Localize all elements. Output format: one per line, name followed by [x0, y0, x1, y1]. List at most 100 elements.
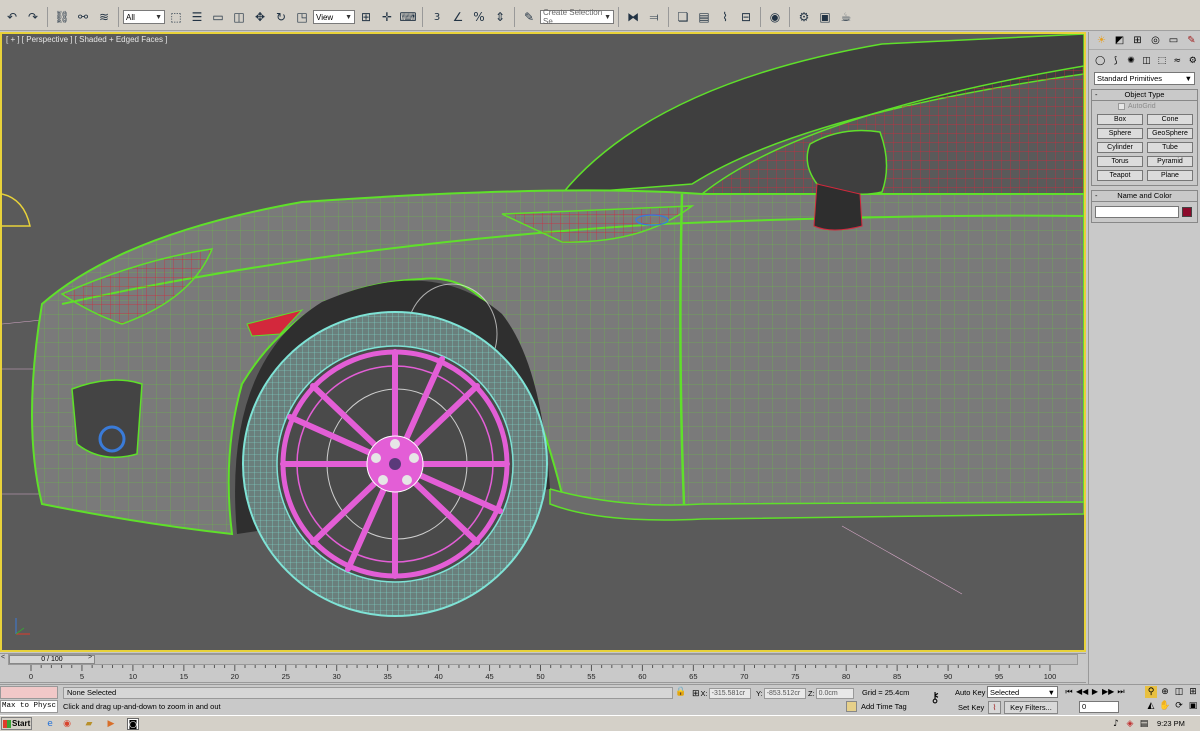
plane-button[interactable]: Plane [1147, 170, 1193, 181]
object-type-header[interactable]: - Object Type [1092, 90, 1197, 101]
maxscript-mini-listener[interactable]: Max to Physc [0, 700, 58, 713]
space-warps-icon[interactable]: ≈ [1170, 53, 1184, 69]
key-selection-dropdown[interactable]: Selected ▼ [987, 686, 1058, 698]
window-crossing-icon[interactable]: ◫ [229, 7, 249, 27]
lights-icon[interactable]: ✺ [1124, 53, 1138, 69]
chrome-icon[interactable]: ◉ [61, 718, 73, 730]
geosphere-button[interactable]: GeoSphere [1147, 128, 1193, 139]
hierarchy-tab-icon[interactable]: ⊞ [1129, 33, 1146, 49]
utilities-tab-icon[interactable]: ✎ [1183, 33, 1200, 49]
next-frame-icon[interactable]: ▶▶ [1102, 686, 1114, 698]
play-icon[interactable]: ▶ [1089, 686, 1101, 698]
set-key-button[interactable]: Set Key [958, 703, 984, 712]
create-tab-icon[interactable]: ☀ [1093, 33, 1110, 49]
manipulate-icon[interactable]: ✛ [377, 7, 397, 27]
time-slider-thumb[interactable]: 0 / 100 [9, 655, 95, 664]
zoom-extents-all-icon[interactable]: ⊞ [1187, 686, 1199, 698]
unlink-icon[interactable]: ⚯ [73, 7, 93, 27]
select-rotate-icon[interactable]: ↻ [271, 7, 291, 27]
primitive-type-dropdown[interactable]: Standard Primitives ▼ [1094, 72, 1195, 85]
undo-icon[interactable]: ↶ [2, 7, 22, 27]
torus-button[interactable]: Torus [1097, 156, 1143, 167]
sphere-button[interactable]: Sphere [1097, 128, 1143, 139]
start-button[interactable]: Start [1, 717, 32, 730]
tray-app-icon[interactable]: ▤ [1138, 718, 1150, 730]
maxscript-listener-output[interactable] [0, 686, 58, 699]
previous-frame-icon[interactable]: ◀◀ [1076, 686, 1088, 698]
track-bar[interactable]: 0 5 10 15 20 25 30 35 40 45 50 55 60 65 70 75 80 85 90 95 10… [0, 665, 1086, 683]
key-filters-button[interactable]: Key Filters... [1004, 701, 1058, 714]
selection-lock-icon[interactable]: 🔒 [675, 687, 686, 697]
graphite-icon[interactable]: ▤ [694, 7, 714, 27]
ref-coord-dropdown[interactable]: View ▼ [313, 10, 355, 24]
go-to-end-icon[interactable]: ⏭ [1115, 686, 1127, 698]
keyboard-shortcut-icon[interactable]: ⌨ [398, 7, 418, 27]
percent-snap-icon[interactable]: % [469, 7, 489, 27]
cameras-icon[interactable]: ◫ [1139, 53, 1153, 69]
material-editor-icon[interactable]: ◉ [765, 7, 785, 27]
zoom-extents-icon[interactable]: ◫ [1173, 686, 1185, 698]
angle-snap-icon[interactable]: ∠ [448, 7, 468, 27]
shapes-icon[interactable]: ⟆ [1108, 53, 1122, 69]
pan-icon[interactable]: ✋ [1159, 700, 1171, 712]
layer-manager-icon[interactable]: ❏ [673, 7, 693, 27]
select-object-icon[interactable]: ⬚ [166, 7, 186, 27]
align-icon[interactable]: ⫤ [644, 7, 664, 27]
perspective-viewport[interactable]: [ + ] [ Perspective ] [ Shaded + Edged F… [0, 32, 1086, 652]
cone-button[interactable]: Cone [1147, 114, 1193, 125]
viewport-label[interactable]: [ + ] [ Perspective ] [ Shaded + Edged F… [6, 35, 167, 44]
absolute-mode-icon[interactable]: ⊞ [692, 688, 700, 699]
snaps-toggle-icon[interactable]: 3 [427, 7, 447, 27]
time-slider-track[interactable]: 0 / 100 [8, 654, 1078, 665]
select-move-icon[interactable]: ✥ [250, 7, 270, 27]
key-mode-icon[interactable]: ⚷ [930, 690, 940, 706]
mirror-icon[interactable]: ⧓ [623, 7, 643, 27]
name-color-header[interactable]: - Name and Color [1092, 191, 1197, 202]
field-of-view-icon[interactable]: ◭ [1145, 700, 1157, 712]
x-field[interactable]: -315.581cr [708, 687, 751, 699]
speaker-icon[interactable]: ♪ [1110, 718, 1122, 730]
curve-editor-icon[interactable]: ⌇ [715, 7, 735, 27]
schematic-view-icon[interactable]: ⊟ [736, 7, 756, 27]
autogrid-checkbox[interactable]: AutoGrid [1118, 103, 1197, 110]
render-setup-icon[interactable]: ⚙ [794, 7, 814, 27]
maximize-viewport-icon[interactable]: ▣ [1187, 700, 1199, 712]
orbit-icon[interactable]: ⟳ [1173, 700, 1185, 712]
internet-explorer-icon[interactable]: e [44, 718, 56, 730]
rectangular-selection-icon[interactable]: ▭ [208, 7, 228, 27]
helpers-icon[interactable]: ⬚ [1155, 53, 1169, 69]
pyramid-button[interactable]: Pyramid [1147, 156, 1193, 167]
zoom-icon[interactable]: ⚲ [1145, 686, 1157, 698]
go-to-start-icon[interactable]: ⏮ [1063, 686, 1075, 698]
next-frame-arrow-icon[interactable]: > [88, 654, 92, 661]
motion-tab-icon[interactable]: ◎ [1147, 33, 1164, 49]
spinner-snap-icon[interactable]: ⇕ [490, 7, 510, 27]
select-scale-icon[interactable]: ◳ [292, 7, 312, 27]
selection-filter-dropdown[interactable]: All ▼ [123, 10, 165, 24]
named-selection-input[interactable]: Create Selection Se ▼ [540, 8, 614, 26]
network-icon[interactable]: ◈ [1124, 718, 1136, 730]
media-player-icon[interactable]: ▶ [105, 718, 117, 730]
y-field[interactable]: -853.512cr [763, 687, 806, 699]
pivot-icon[interactable]: ⊞ [356, 7, 376, 27]
geometry-icon[interactable]: ◯ [1093, 53, 1107, 69]
rendered-frame-icon[interactable]: ▣ [815, 7, 835, 27]
edit-named-sel-icon[interactable]: ✎ [519, 7, 539, 27]
object-color-swatch[interactable] [1182, 207, 1192, 217]
3dsmax-taskbar-icon[interactable]: ◙ [127, 718, 139, 730]
modify-tab-icon[interactable]: ◩ [1111, 33, 1128, 49]
box-button[interactable]: Box [1097, 114, 1143, 125]
select-by-name-icon[interactable]: ☰ [187, 7, 207, 27]
add-time-tag[interactable]: Add Time Tag [846, 701, 907, 712]
tube-button[interactable]: Tube [1147, 142, 1193, 153]
bind-space-warp-icon[interactable]: ≋ [94, 7, 114, 27]
auto-key-button[interactable]: Auto Key [955, 688, 985, 697]
default-tangent-icon[interactable]: ⌇ [988, 701, 1001, 714]
cylinder-button[interactable]: Cylinder [1097, 142, 1143, 153]
z-field[interactable]: 0.0cm [815, 687, 854, 699]
render-icon[interactable]: ☕ [836, 7, 856, 27]
zoom-all-icon[interactable]: ⊕ [1159, 686, 1171, 698]
explorer-icon[interactable]: ▰ [83, 718, 95, 730]
display-tab-icon[interactable]: ▭ [1165, 33, 1182, 49]
prev-frame-arrow-icon[interactable]: < [1, 654, 5, 661]
